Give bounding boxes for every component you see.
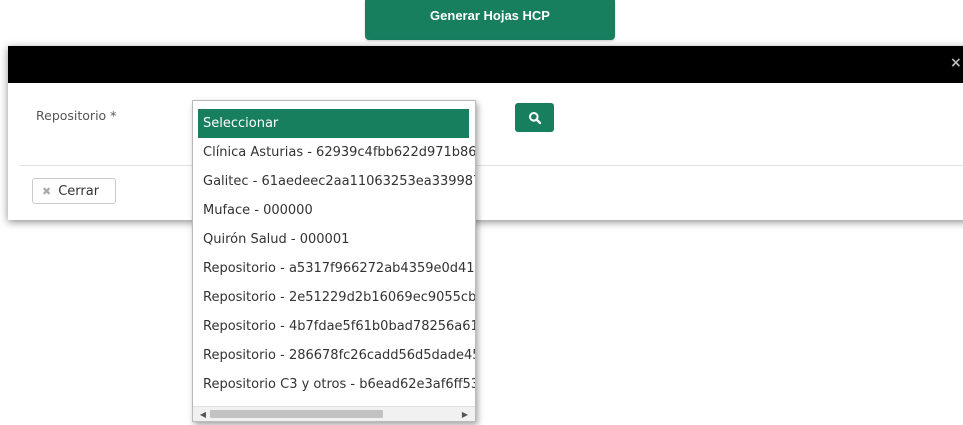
modal-divider [20,165,963,166]
cerrar-button[interactable]: ✖ Cerrar [32,178,116,204]
repositorio-dropdown[interactable]: Seleccionar Clínica Asturias - 62939c4fb… [192,100,476,422]
horizontal-scrollbar[interactable]: ◀ ▶ [193,406,475,421]
scroll-right-icon[interactable]: ▶ [458,407,472,421]
close-icon: ✖ [42,184,52,198]
dropdown-option[interactable]: Seleccionar [198,109,469,138]
dropdown-option[interactable]: Repositorio C3 y otros - b6ead62e3af6ff5… [198,370,475,399]
scroll-thumb[interactable] [210,410,383,418]
dropdown-option[interactable]: Repositorio - a5317f966272ab4359e0d414 [198,254,475,283]
dropdown-options: Seleccionar Clínica Asturias - 62939c4fb… [198,109,475,399]
generar-hojas-hcp-label: Generar Hojas HCP [430,8,550,23]
cerrar-label: Cerrar [58,183,100,199]
modal-header: × [8,46,963,83]
dropdown-option[interactable]: Galitec - 61aedeec2aa11063253ea339987 [198,167,475,196]
dropdown-option[interactable]: Repositorio - 4b7fdae5f61b0bad78256a61 [198,312,475,341]
repositorio-label: Repositorio * [36,108,117,123]
generar-hojas-hcp-button[interactable]: Generar Hojas HCP [365,0,615,40]
dropdown-option[interactable]: Muface - 000000 [198,196,475,225]
dropdown-option[interactable]: Repositorio - 2e51229d2b16069ec9055cb [198,283,475,312]
repository-modal: × Repositorio * ✖ Cerrar [8,46,963,220]
dropdown-option[interactable]: Quirón Salud - 000001 [198,225,475,254]
dropdown-option[interactable]: Repositorio - 286678fc26cadd56d5dade45 [198,341,475,370]
search-button[interactable] [515,103,554,132]
scroll-left-icon[interactable]: ◀ [196,407,210,421]
search-icon [528,111,541,124]
close-icon[interactable]: × [950,56,962,70]
dropdown-option[interactable]: Clínica Asturias - 62939c4fbb622d971b868 [198,138,475,167]
